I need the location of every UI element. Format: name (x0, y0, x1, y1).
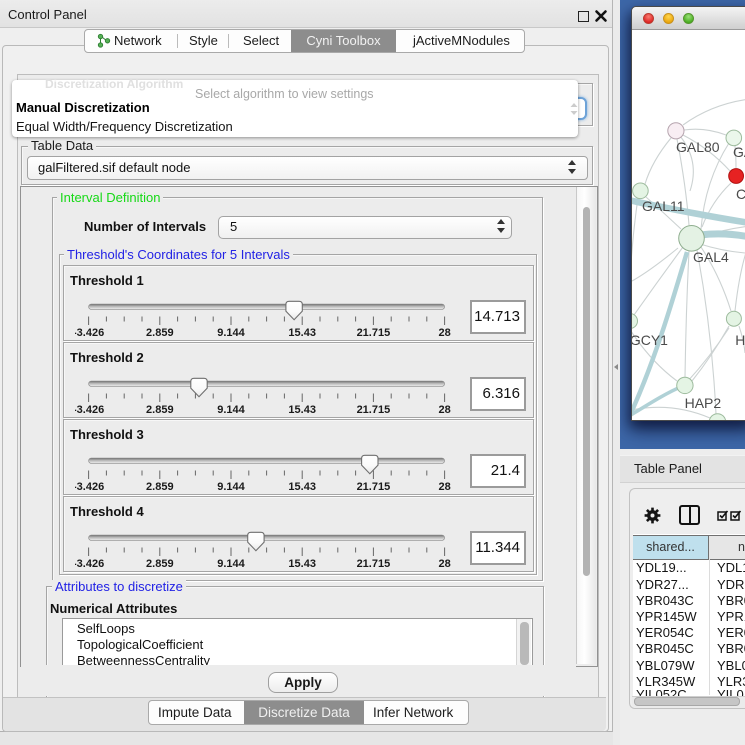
svg-text:28: 28 (438, 404, 450, 414)
svg-text:28: 28 (438, 327, 450, 337)
svg-text:-3.426: -3.426 (75, 558, 104, 568)
svg-text:-3.426: -3.426 (75, 327, 104, 337)
svg-text:2.859: 2.859 (146, 481, 174, 491)
svg-text:GAL4: GAL4 (693, 249, 729, 265)
svg-text:9.144: 9.144 (217, 327, 245, 337)
svg-text:C: C (736, 186, 745, 202)
svg-text:9.144: 9.144 (217, 558, 245, 568)
svg-text:-3.426: -3.426 (75, 404, 104, 414)
svg-text:GA: GA (733, 144, 745, 160)
svg-text:2.859: 2.859 (146, 558, 174, 568)
svg-text:9.144: 9.144 (217, 481, 245, 491)
svg-text:15.43: 15.43 (288, 327, 316, 337)
svg-text:21.715: 21.715 (357, 404, 391, 414)
svg-text:GCY1: GCY1 (632, 332, 668, 348)
svg-text:H: H (735, 332, 745, 348)
svg-text:28: 28 (438, 558, 450, 568)
svg-text:HAP2: HAP2 (685, 395, 722, 411)
svg-text:15.43: 15.43 (288, 558, 316, 568)
svg-text:GAL11: GAL11 (642, 198, 685, 214)
svg-text:21.715: 21.715 (357, 558, 391, 568)
svg-text:2.859: 2.859 (146, 327, 174, 337)
svg-text:28: 28 (438, 481, 450, 491)
svg-text:15.43: 15.43 (288, 404, 316, 414)
svg-text:-3.426: -3.426 (75, 481, 104, 491)
svg-text:15.43: 15.43 (288, 481, 316, 491)
svg-text:9.144: 9.144 (217, 404, 245, 414)
svg-text:2.859: 2.859 (146, 404, 174, 414)
svg-text:21.715: 21.715 (357, 327, 391, 337)
svg-text:GAL80: GAL80 (676, 139, 720, 155)
svg-text:21.715: 21.715 (357, 481, 391, 491)
